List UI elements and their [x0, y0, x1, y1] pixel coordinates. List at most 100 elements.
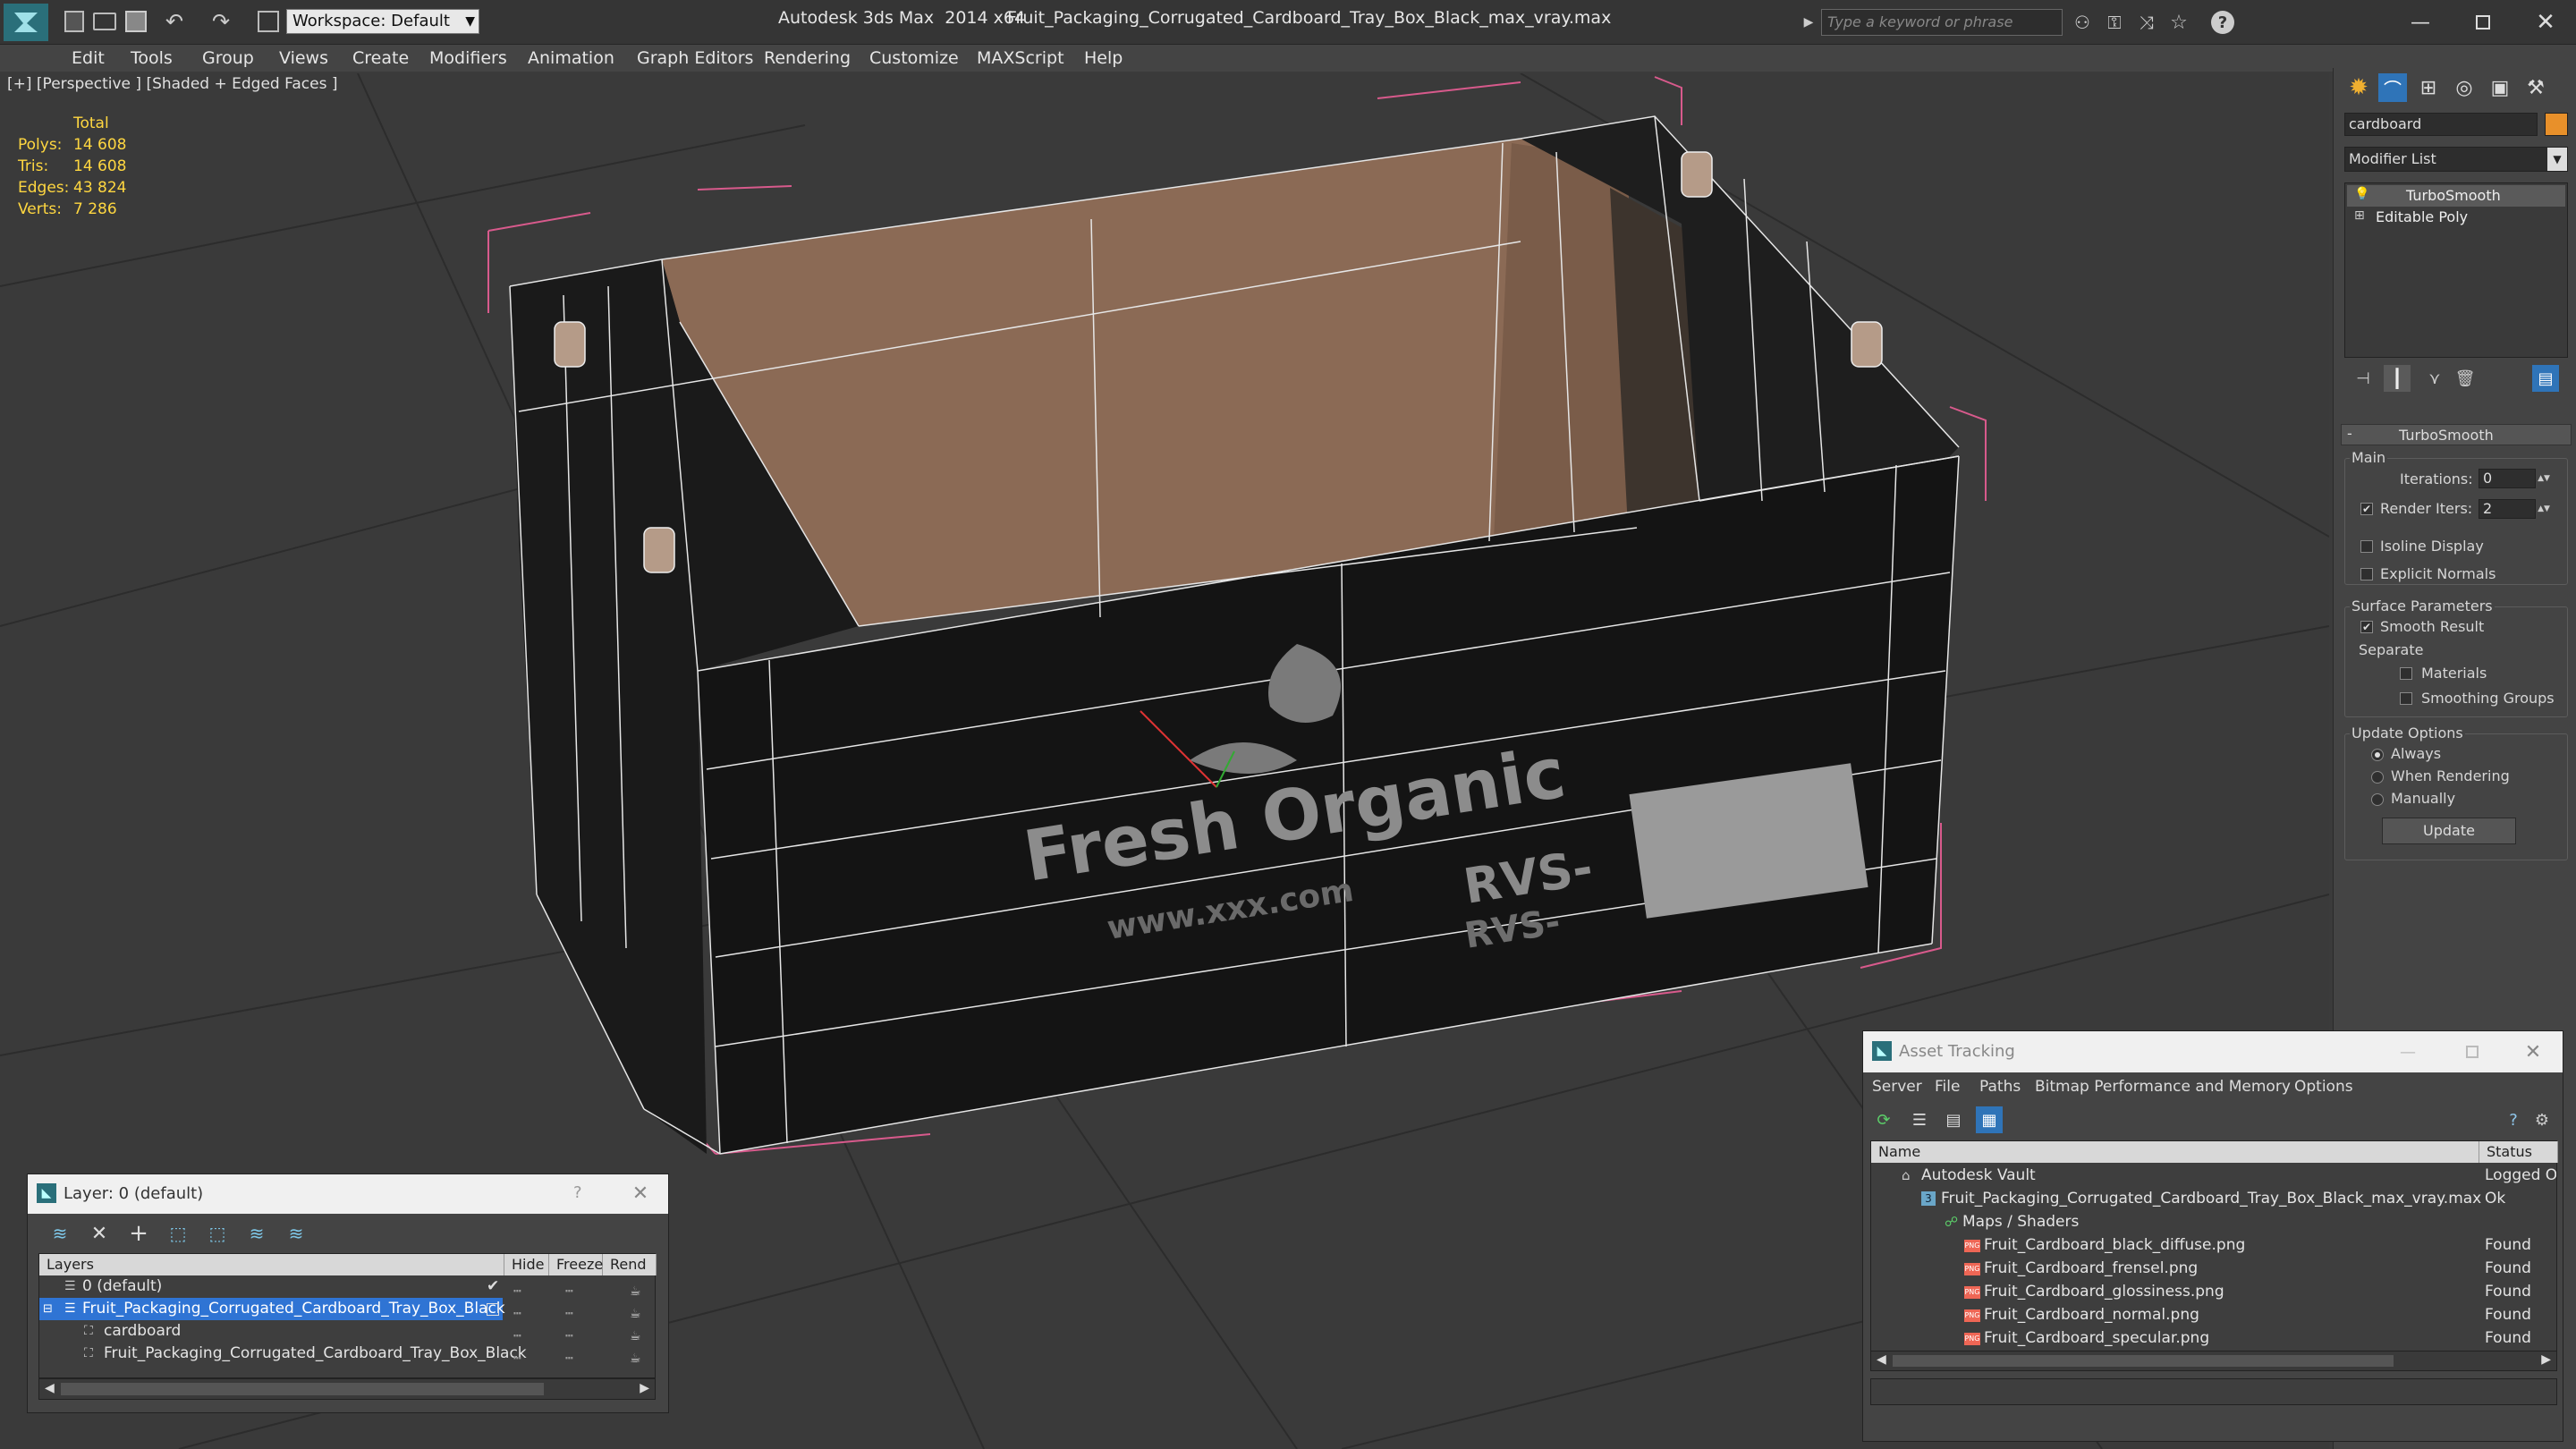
app-logo-icon[interactable]	[4, 4, 48, 41]
star-icon[interactable]: ☆	[2166, 11, 2191, 34]
asset-row[interactable]: PNG Fruit_Cardboard_normal.png Found	[1871, 1304, 2556, 1326]
key-icon[interactable]: ⚿	[2102, 11, 2127, 34]
asset-row[interactable]: 3 Fruit_Packaging_Corrugated_Cardboard_T…	[1871, 1188, 2556, 1210]
help-icon[interactable]: ?	[573, 1183, 582, 1202]
maximize-icon[interactable]	[2459, 1038, 2486, 1065]
highlight-layer-icon[interactable]: ⬚	[205, 1221, 230, 1246]
manually-radio[interactable]	[2371, 793, 2384, 806]
hold-icon[interactable]	[258, 11, 279, 32]
close-icon[interactable]: ✕	[629, 1182, 652, 1205]
hide-toggles[interactable]: ┅ ┅ ┅ ┅	[513, 1281, 521, 1370]
smooth-result-checkbox[interactable]: ✔	[2360, 621, 2373, 633]
menu-maxscript[interactable]: MAXScript	[977, 48, 1064, 68]
exchange-icon[interactable]: ⤨	[2134, 11, 2159, 34]
close-icon[interactable]: ✕	[2528, 9, 2563, 36]
col-layers[interactable]: Layers	[39, 1254, 504, 1275]
new-file-icon[interactable]	[64, 11, 84, 32]
table-view-icon[interactable]: ▦	[1976, 1106, 2003, 1133]
detail-view-icon[interactable]: ▤	[1942, 1108, 1965, 1131]
workspace-dropdown[interactable]: Workspace: Default ▼	[286, 9, 479, 34]
explicit-normals-checkbox[interactable]	[2360, 568, 2373, 580]
render-iters-spinner[interactable]: 2	[2479, 499, 2536, 519]
save-file-icon[interactable]	[125, 11, 147, 32]
rollout-header[interactable]: - TurboSmooth	[2341, 424, 2572, 445]
asset-row[interactable]: ☍ Maps / Shaders	[1871, 1211, 2556, 1233]
layer-row[interactable]: ⊟ ☰ Fruit_Packaging_Corrugated_Cardboard…	[39, 1298, 505, 1320]
asset-row[interactable]: ⌂ Autodesk Vault Logged Ou	[1871, 1165, 2556, 1187]
undo-icon[interactable]: ↶	[161, 9, 188, 34]
asset-menu-paths[interactable]: Paths	[1979, 1078, 2021, 1096]
modify-tab-icon[interactable]: ⌒	[2378, 73, 2407, 102]
menu-tools[interactable]: Tools	[131, 48, 173, 68]
help-icon[interactable]: ?	[2502, 1108, 2525, 1131]
layer-h-scrollbar[interactable]: ◀ ▶	[38, 1378, 656, 1400]
asset-row[interactable]: PNG Fruit_Cardboard_frensel.png Found	[1871, 1258, 2556, 1280]
hide-all-icon[interactable]: ≋	[244, 1221, 269, 1246]
menu-modifiers[interactable]: Modifiers	[429, 48, 507, 68]
collapse-icon[interactable]: ⊟	[43, 1298, 53, 1320]
layer-window-titlebar[interactable]: ◣ Layer: 0 (default) ? ✕	[28, 1174, 668, 1214]
scroll-thumb[interactable]	[1893, 1355, 2394, 1367]
menu-edit[interactable]: Edit	[72, 48, 105, 68]
col-freeze[interactable]: Freeze	[549, 1254, 603, 1275]
redo-icon[interactable]: ↷	[208, 9, 234, 34]
menu-group[interactable]: Group	[202, 48, 254, 68]
help-icon[interactable]: ?	[2211, 11, 2234, 34]
stack-item-turbosmooth[interactable]: 💡 TurboSmooth	[2347, 185, 2565, 207]
render-teapot-icon[interactable]: ☕ ☕ ☕ ☕	[630, 1281, 641, 1370]
col-render[interactable]: Rend	[603, 1254, 657, 1275]
pin-stack-icon[interactable]: ⊣	[2351, 367, 2375, 390]
menu-customize[interactable]: Customize	[869, 48, 959, 68]
list-view-icon[interactable]: ☰	[1908, 1108, 1931, 1131]
current-layer-check[interactable]: ✔	[487, 1275, 499, 1298]
minimize-icon[interactable]: —	[2402, 9, 2438, 36]
stack-item-editable-poly[interactable]: ⊞ Editable Poly	[2347, 207, 2565, 228]
settings-icon[interactable]: ⚙	[2530, 1108, 2554, 1131]
layer-row[interactable]: ⛶ cardboard	[39, 1320, 655, 1343]
set-current-box[interactable]	[487, 1303, 499, 1316]
asset-h-scrollbar[interactable]: ◀ ▶	[1871, 1351, 2556, 1370]
scroll-right-icon[interactable]: ▶	[640, 1381, 649, 1395]
spinner-arrows-icon[interactable]: ▲▼	[2538, 499, 2550, 519]
asset-menu-file[interactable]: File	[1935, 1078, 1960, 1096]
hierarchy-tab-icon[interactable]: ⊞	[2414, 73, 2443, 102]
freeze-all-icon[interactable]: ≋	[284, 1221, 309, 1246]
show-end-result-icon[interactable]: ┃	[2384, 365, 2411, 392]
display-tab-icon[interactable]: ▣	[2486, 73, 2514, 102]
spinner-arrows-icon[interactable]: ▲▼	[2538, 469, 2550, 488]
materials-checkbox[interactable]	[2400, 667, 2412, 680]
col-name[interactable]: Name	[1871, 1141, 2479, 1163]
object-color-swatch[interactable]	[2545, 113, 2568, 136]
scroll-left-icon[interactable]: ◀	[45, 1381, 55, 1395]
delete-layer-icon[interactable]: ✕	[87, 1221, 112, 1246]
scroll-thumb[interactable]	[61, 1383, 544, 1395]
isoline-checkbox[interactable]	[2360, 540, 2373, 553]
freeze-toggles[interactable]: ┅ ┅ ┅ ┅	[565, 1281, 572, 1370]
object-name-field[interactable]: cardboard	[2344, 113, 2538, 136]
layer-row[interactable]: ⛶ Fruit_Packaging_Corrugated_Cardboard_T…	[39, 1343, 655, 1365]
search-expand-icon[interactable]: ▶	[1801, 11, 1816, 34]
asset-row[interactable]: PNG Fruit_Cardboard_specular.png Found	[1871, 1327, 2556, 1350]
refresh-icon[interactable]: ⟳	[1872, 1108, 1895, 1131]
layer-row[interactable]: ☰ 0 (default) ✔	[39, 1275, 655, 1298]
asset-row[interactable]: PNG Fruit_Cardboard_black_diffuse.png Fo…	[1871, 1234, 2556, 1257]
scroll-left-icon[interactable]: ◀	[1877, 1352, 1886, 1367]
minimize-icon[interactable]: —	[2394, 1038, 2421, 1065]
asset-path-field[interactable]	[1870, 1378, 2557, 1405]
menu-animation[interactable]: Animation	[528, 48, 614, 68]
menu-create[interactable]: Create	[352, 48, 409, 68]
viewport-label[interactable]: [+] [Perspective ] [Shaded + Edged Faces…	[7, 75, 337, 93]
render-iters-checkbox[interactable]: ✔	[2360, 503, 2373, 515]
menu-graph-editors[interactable]: Graph Editors	[637, 48, 753, 68]
when-rendering-radio[interactable]	[2371, 771, 2384, 784]
menu-views[interactable]: Views	[279, 48, 328, 68]
asset-row[interactable]: PNG Fruit_Cardboard_glossiness.png Found	[1871, 1281, 2556, 1303]
open-file-icon[interactable]	[93, 13, 116, 30]
create-tab-icon[interactable]: ✹	[2344, 73, 2373, 102]
menu-rendering[interactable]: Rendering	[764, 48, 851, 68]
remove-modifier-icon[interactable]: 🗑	[2453, 367, 2477, 390]
update-button[interactable]: Update	[2382, 818, 2516, 844]
configure-sets-icon[interactable]: ▤	[2532, 365, 2559, 392]
asset-menu-options[interactable]: Options	[2294, 1078, 2353, 1096]
modifier-list-dropdown[interactable]: Modifier List ▼	[2344, 147, 2568, 172]
